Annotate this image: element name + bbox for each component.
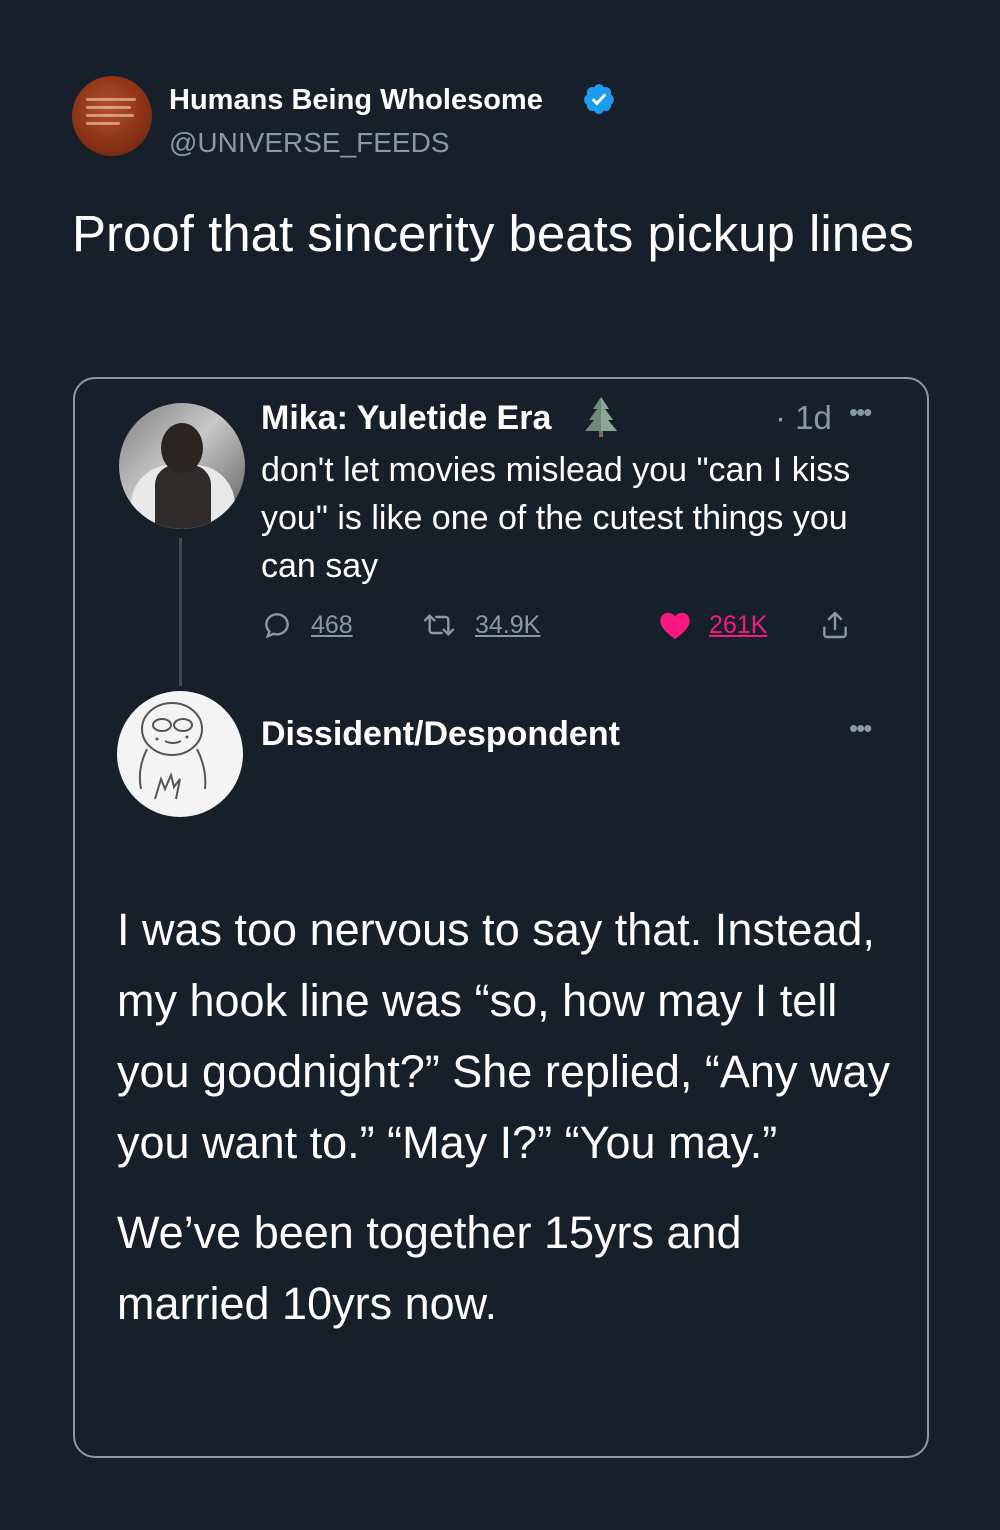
retweet-count: 34.9K [475,610,541,639]
reply-icon [265,613,289,639]
handle[interactable]: @UNIVERSE_FEEDS [169,127,450,159]
tweet-header: Humans Being Wholesome @UNIVERSE_FEEDS [72,76,932,158]
tweet-text: Proof that sincerity beats pickup lines [72,205,914,262]
retweet-button[interactable]: 34.9K [421,605,540,645]
like-count: 261K [709,610,768,639]
more-icon[interactable]: ••• [849,713,872,744]
action-bar: 468 34.9K 261K [261,605,847,645]
reply-count: 468 [311,610,353,639]
thread-line [179,538,182,686]
quoted-tweet-card[interactable]: Mika: Yuletide Era · 1d ••• don't let mo… [73,377,929,1458]
avatar[interactable] [117,691,243,817]
reply-paragraph: We’ve been together 15yrs and married 10… [117,1207,742,1329]
share-icon [823,611,847,639]
sketch-face-icon [138,702,207,800]
reply-button[interactable]: 468 [261,605,353,645]
author-name[interactable]: Dissident/Despondent [261,715,620,754]
reply-paragraph: I was too nervous to say that. Instead, … [117,904,890,1168]
share-button[interactable] [819,605,851,645]
avatar[interactable] [119,403,245,529]
heart-icon [660,612,690,640]
display-name[interactable]: Humans Being Wholesome [169,84,543,117]
like-button[interactable]: 261K [659,605,767,645]
author-name[interactable]: Mika: Yuletide Era [261,399,551,438]
timestamp[interactable]: · 1d [775,399,832,437]
christmas-tree-icon [585,397,617,437]
more-icon[interactable]: ••• [849,397,872,428]
retweet-icon [423,614,455,636]
avatar[interactable] [72,76,152,156]
reply-text: I was too nervous to say that. Instead, … [117,894,897,1339]
quoted-tweet-text: don't let movies mislead you "can I kiss… [261,451,851,585]
verified-badge-icon [584,84,614,114]
